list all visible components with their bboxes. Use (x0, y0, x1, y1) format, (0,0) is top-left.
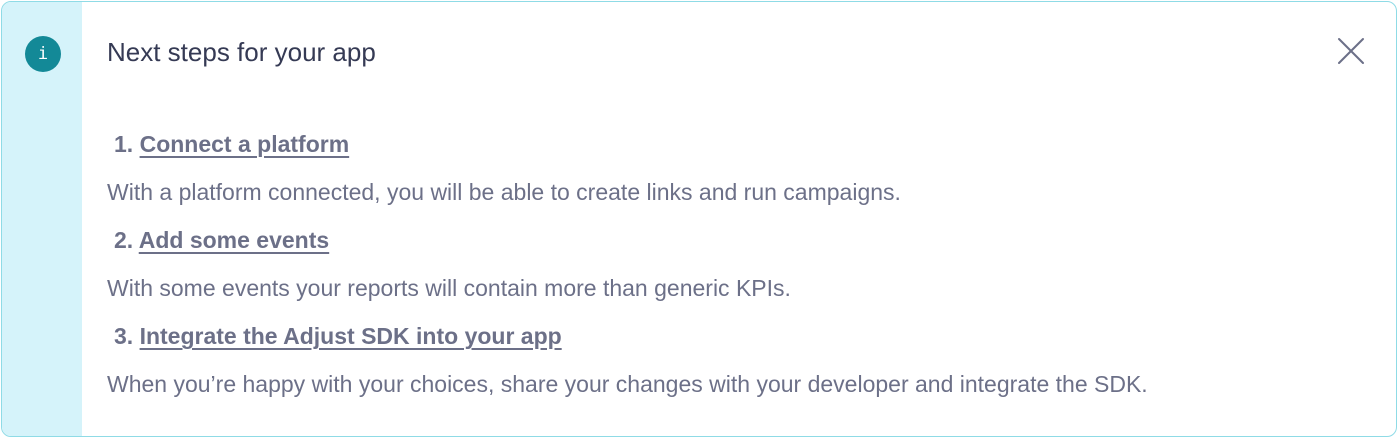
step-item-integrate-sdk: 3. Integrate the Adjust SDK into your ap… (107, 321, 1148, 399)
connect-platform-link[interactable]: Connect a platform (140, 131, 350, 157)
add-events-link[interactable]: Add some events (139, 227, 329, 253)
integrate-sdk-link[interactable]: Integrate the Adjust SDK into your app (140, 323, 562, 349)
step-item-connect-platform: 1. Connect a platform With a platform co… (107, 129, 901, 207)
step-description: When you’re happy with your choices, sha… (107, 371, 1148, 397)
step-heading: 1. Connect a platform (107, 129, 901, 159)
step-item-add-events: 2. Add some events With some events your… (107, 225, 791, 303)
step-number: 1. (114, 131, 134, 157)
next-steps-banner: i Next steps for your app 1. Connect a p… (1, 1, 1397, 437)
step-number: 3. (114, 323, 134, 349)
banner-side-rail: i (2, 2, 82, 436)
step-description: With some events your reports will conta… (107, 275, 791, 301)
step-heading: 3. Integrate the Adjust SDK into your ap… (107, 321, 1148, 351)
close-button[interactable] (1335, 35, 1367, 67)
banner-title: Next steps for your app (107, 37, 376, 67)
step-number: 2. (114, 227, 134, 253)
close-icon (1338, 38, 1364, 64)
info-icon: i (25, 36, 61, 72)
step-description: With a platform connected, you will be a… (107, 179, 901, 205)
step-heading: 2. Add some events (107, 225, 791, 255)
